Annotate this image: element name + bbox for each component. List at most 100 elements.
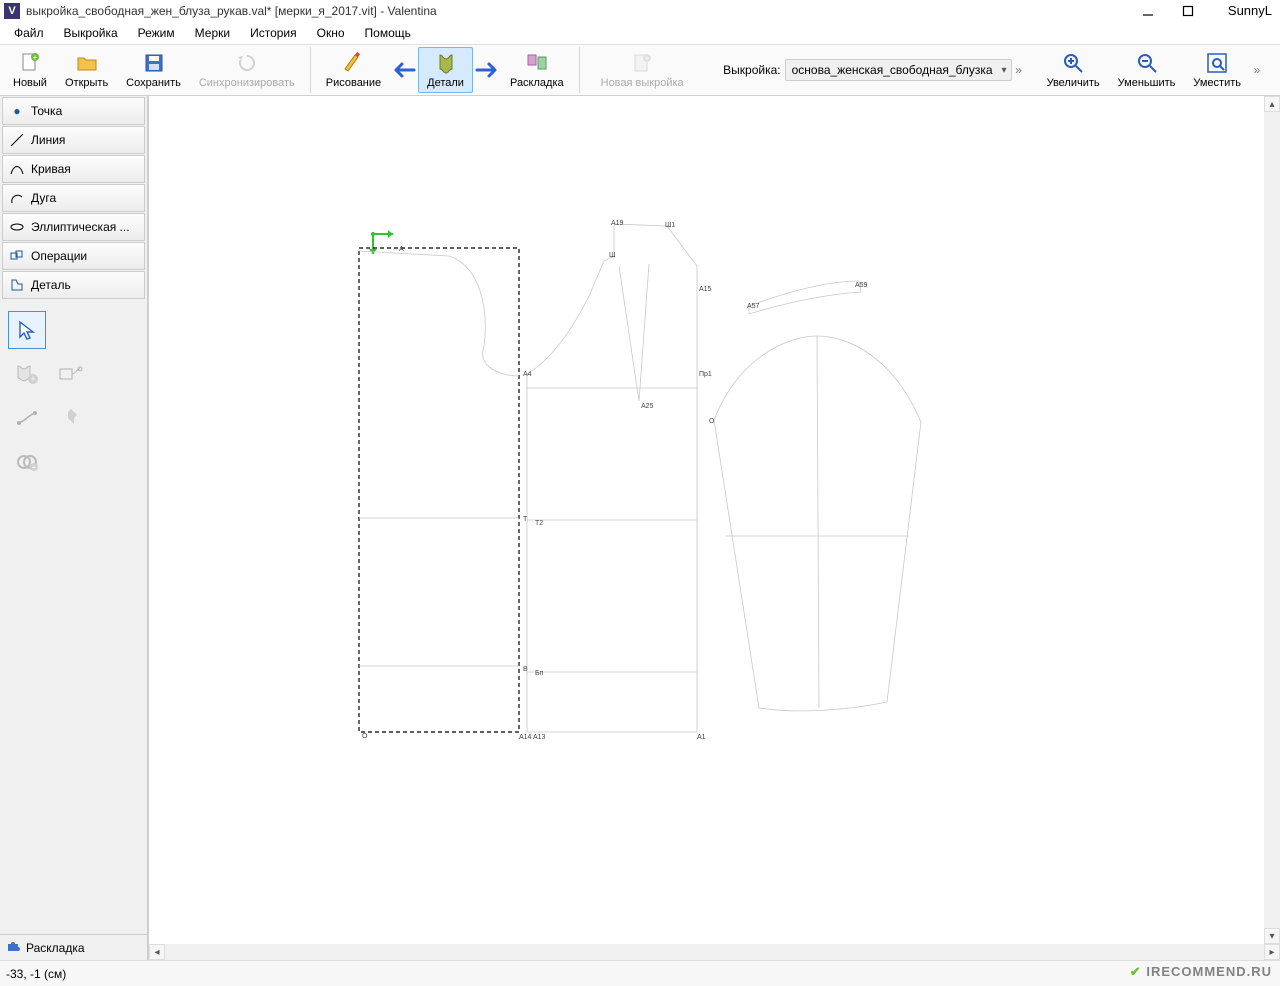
lbl-A13: A13 [533, 734, 545, 741]
main-toolbar: + Новый Открыть Сохранить Синхронизирова… [0, 44, 1280, 96]
menu-window[interactable]: Окно [307, 24, 355, 42]
tool-tab-arc[interactable]: Дуга [2, 184, 145, 212]
zoom-out-icon [1135, 51, 1159, 75]
tool-tab-curve[interactable]: Кривая [2, 155, 145, 183]
tool-sidebar: ● Точка Линия Кривая Дуга Эллиптическая … [0, 96, 148, 960]
tool-tab-detail[interactable]: Деталь [2, 271, 145, 299]
lbl-Sh1: Ш1 [665, 222, 675, 229]
tab-detail-label: Деталь [31, 278, 71, 292]
title-bar: V выкройка_свободная_жен_блуза_рукав.val… [0, 0, 1280, 22]
arrow-right-icon [473, 47, 501, 93]
tool-palette: + + [8, 311, 139, 481]
new-label: Новый [13, 77, 47, 89]
new-pattern-button[interactable]: + Новая выкройка [592, 48, 693, 92]
workspace: ● Точка Линия Кривая Дуга Эллиптическая … [0, 96, 1280, 960]
layout-label: Раскладка [510, 77, 564, 89]
zoom-in-label: Увеличить [1047, 77, 1100, 89]
lbl-A14: А14 [519, 734, 531, 741]
watermark: ✔ IRECOMMEND.RU [1130, 964, 1272, 980]
zoom-fit-label: Уместить [1193, 77, 1241, 89]
path-tool[interactable] [8, 399, 46, 437]
menu-bar: Файл Выкройка Режим Мерки История Окно П… [0, 22, 1280, 44]
menu-file[interactable]: Файл [4, 24, 54, 42]
drawing-canvas[interactable]: ▴ ▾ [149, 96, 1280, 944]
tool-tab-ops[interactable]: Операции [2, 242, 145, 270]
pointer-tool[interactable] [8, 311, 46, 349]
toolbar-overflow[interactable]: » [1012, 63, 1026, 77]
maximize-button[interactable] [1168, 0, 1208, 22]
lbl-A: А [399, 246, 404, 253]
save-button[interactable]: Сохранить [117, 47, 190, 93]
lbl-A59: A59 [855, 282, 867, 289]
tool-tab-point[interactable]: ● Точка [2, 97, 145, 125]
arc-icon [9, 190, 25, 206]
vertical-scrollbar[interactable]: ▴ ▾ [1264, 96, 1280, 944]
save-icon [142, 51, 166, 75]
svg-text:+: + [33, 53, 38, 62]
lbl-V: В [523, 666, 528, 673]
layout-icon [525, 51, 549, 75]
tab-curve-label: Кривая [31, 162, 71, 176]
lbl-T2: Т2 [535, 520, 543, 527]
open-button[interactable]: Открыть [56, 47, 117, 93]
scroll-left-icon[interactable]: ◂ [149, 944, 165, 960]
detail-icon [9, 277, 25, 293]
add-piece-tool[interactable]: + [8, 355, 46, 393]
menu-mode[interactable]: Режим [128, 24, 185, 42]
curve-icon [9, 161, 25, 177]
point-icon: ● [9, 103, 25, 119]
union-tool[interactable]: + [8, 443, 46, 481]
tab-arc-label: Дуга [31, 191, 56, 205]
sidebar-footer-label: Раскладка [26, 941, 85, 955]
lbl-A57: A57 [747, 303, 759, 310]
new-button[interactable]: + Новый [4, 47, 56, 93]
menu-pattern[interactable]: Выкройка [54, 24, 128, 42]
menu-measurements[interactable]: Мерки [185, 24, 240, 42]
details-stage-button[interactable]: Детали [418, 47, 473, 93]
zoom-out-button[interactable]: Уменьшить [1109, 47, 1185, 93]
window-title: выкройка_свободная_жен_блуза_рукав.val* … [26, 4, 437, 18]
tool-tab-line[interactable]: Линия [2, 126, 145, 154]
layout-stage-button[interactable]: Раскладка [501, 47, 573, 93]
open-label: Открыть [65, 77, 108, 89]
elliptic-icon [9, 219, 25, 235]
scroll-down-icon[interactable]: ▾ [1264, 928, 1280, 944]
new-pattern-icon: + [630, 51, 654, 75]
tool-tab-elliptic[interactable]: Эллиптическая ... [2, 213, 145, 241]
minimize-button[interactable] [1128, 0, 1168, 22]
zoom-in-icon [1061, 51, 1085, 75]
new-pattern-label: Новая выкройка [601, 77, 684, 89]
lbl-A1: A1 [697, 734, 706, 741]
status-coords: -33, -1 (см) [6, 967, 66, 981]
tab-point-label: Точка [31, 104, 62, 118]
line-icon [9, 132, 25, 148]
horizontal-scrollbar[interactable]: ◂ ▸ [149, 944, 1280, 960]
zoom-out-label: Уменьшить [1118, 77, 1176, 89]
pattern-combo[interactable]: основа_женская_свободная_блузка [785, 59, 1012, 81]
menu-history[interactable]: История [240, 24, 307, 42]
menu-help[interactable]: Помощь [355, 24, 421, 42]
arrow-left-icon [390, 47, 418, 93]
lbl-Vp: Бп [535, 670, 543, 677]
zoom-fit-button[interactable]: Уместить [1184, 47, 1250, 93]
svg-text:+: + [645, 54, 650, 63]
tab-line-label: Линия [31, 133, 65, 147]
lbl-O2: О [362, 733, 367, 740]
app-icon: V [4, 3, 20, 19]
seam-tool[interactable] [52, 355, 90, 393]
details-icon [434, 51, 458, 75]
lbl-O: О [709, 418, 714, 425]
drawing-stage-button[interactable]: Рисование [317, 47, 390, 93]
zoom-toolbar-overflow[interactable]: » [1250, 47, 1264, 93]
zoom-fit-icon [1205, 51, 1229, 75]
sync-button[interactable]: Синхронизировать [190, 47, 304, 93]
zoom-in-button[interactable]: Увеличить [1038, 47, 1109, 93]
pin-tool[interactable] [52, 399, 90, 437]
scroll-right-icon[interactable]: ▸ [1264, 944, 1280, 960]
lbl-Sh: Ш [609, 252, 615, 259]
ops-icon [9, 248, 25, 264]
pencil-icon [341, 51, 365, 75]
sidebar-footer-layout[interactable]: Раскладка [0, 934, 147, 960]
details-label: Детали [427, 77, 464, 89]
scroll-up-icon[interactable]: ▴ [1264, 96, 1280, 112]
